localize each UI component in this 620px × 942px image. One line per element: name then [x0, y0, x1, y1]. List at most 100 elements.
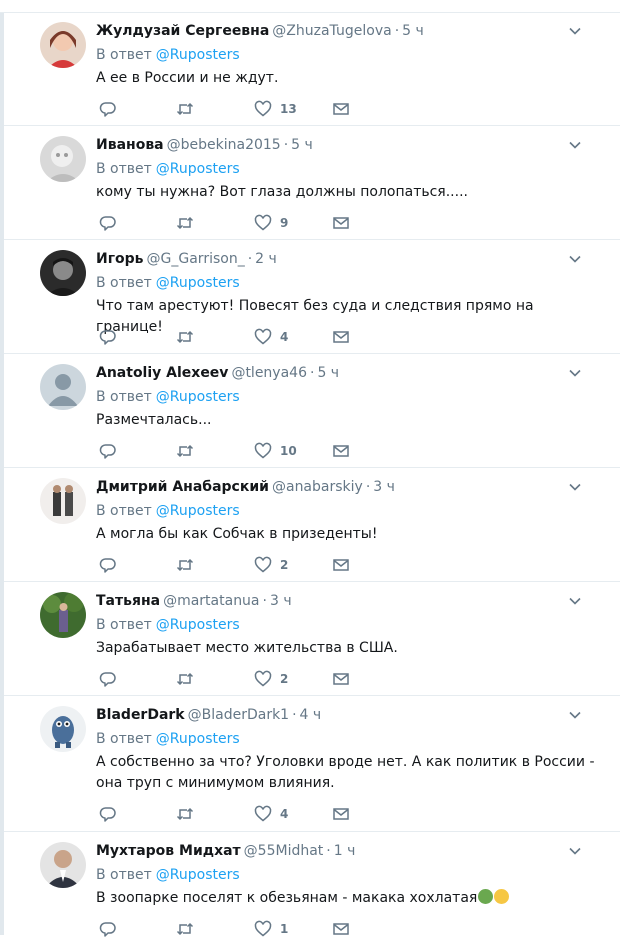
like-button[interactable]: 2 [254, 669, 288, 689]
author-handle[interactable]: @bebekina2015 [167, 137, 281, 153]
avatar[interactable] [40, 842, 86, 888]
reply-to-link[interactable]: @Ruposters [156, 47, 240, 63]
avatar[interactable] [40, 706, 86, 752]
direct-message-button[interactable] [332, 99, 350, 119]
direct-message-button[interactable] [332, 213, 350, 233]
timestamp[interactable]: 5 ч [317, 365, 339, 381]
direct-message-button[interactable] [332, 327, 350, 347]
like-button[interactable]: 2 [254, 555, 288, 575]
avatar[interactable] [40, 22, 86, 68]
tweet[interactable]: Дмитрий Анабарский @anabarskiy · 3 ч В отве… [4, 468, 620, 582]
retweet-button[interactable] [176, 99, 194, 119]
reply-icon [99, 922, 116, 937]
chevron-down-icon[interactable] [568, 366, 582, 380]
tweet[interactable]: Anatoliy Alexeev @tlenya46 · 5 ч В ответ @Ru… [4, 354, 620, 468]
timestamp[interactable]: 5 ч [402, 23, 424, 39]
like-button[interactable]: 4 [254, 804, 288, 824]
timestamp[interactable]: 3 ч [270, 593, 292, 609]
like-button[interactable]: 9 [254, 213, 288, 233]
reply-button[interactable] [99, 804, 117, 824]
tweet-header: Дмитрий Анабарский @anabarskiy · 3 ч [96, 477, 395, 497]
tweet[interactable]: Иванова @bebekina2015 · 5 ч В ответ @Ruposte… [4, 126, 620, 240]
reply-to-link[interactable]: @Ruposters [156, 275, 240, 291]
reply-button[interactable] [99, 213, 117, 233]
author-name[interactable]: Игорь [96, 251, 144, 267]
author-name[interactable]: Anatoliy Alexeev [96, 365, 228, 381]
author-handle[interactable]: @55Midhat [244, 843, 324, 859]
timestamp[interactable]: 4 ч [300, 707, 322, 723]
direct-message-button[interactable] [332, 669, 350, 689]
tweet[interactable]: Игорь @G_Garrison_ · 2 ч В ответ @Ruposters … [4, 240, 620, 354]
retweet-button[interactable] [176, 919, 194, 939]
reply-button[interactable] [99, 99, 117, 119]
author-name[interactable]: Иванова [96, 137, 164, 153]
author-name[interactable]: Татьяна [96, 593, 160, 609]
retweet-button[interactable] [176, 555, 194, 575]
retweet-icon [176, 330, 194, 344]
direct-message-button[interactable] [332, 919, 350, 939]
retweet-button[interactable] [176, 669, 194, 689]
author-name[interactable]: BladerDark [96, 707, 185, 723]
reply-context: В ответ @Ruposters [96, 273, 240, 293]
chevron-down-icon[interactable] [568, 708, 582, 722]
author-handle[interactable]: @BladerDark1 [188, 707, 289, 723]
tweet[interactable]: Жулдузай Сергеевна @ZhuzaTugelova · 5 ч В о… [4, 12, 620, 126]
tweet[interactable]: Мухтаров Мидхат @55Midhat · 1 ч В ответ @Rup… [4, 832, 620, 942]
direct-message-button[interactable] [332, 555, 350, 575]
timestamp[interactable]: 5 ч [291, 137, 313, 153]
heart-icon [254, 670, 272, 687]
like-button[interactable]: 10 [254, 441, 297, 461]
avatar[interactable] [40, 136, 86, 182]
author-handle[interactable]: @ZhuzaTugelova [272, 23, 391, 39]
like-button[interactable]: 13 [254, 99, 297, 119]
chevron-down-icon[interactable] [568, 594, 582, 608]
reply-to-link[interactable]: @Ruposters [156, 867, 240, 883]
author-name[interactable]: Жулдузай Сергеевна [96, 23, 269, 39]
author-handle[interactable]: @anabarskiy [272, 479, 363, 495]
reply-button[interactable] [99, 669, 117, 689]
avatar[interactable] [40, 364, 86, 410]
chevron-down-icon[interactable] [568, 24, 582, 38]
avatar[interactable] [40, 478, 86, 524]
tweet[interactable]: Татьяна @martatanua · 3 ч В ответ @Ruposters… [4, 582, 620, 696]
separator-dot: · [283, 137, 289, 153]
chevron-down-icon[interactable] [568, 844, 582, 858]
tweet-actions: 2 [96, 555, 356, 575]
reply-context: В ответ @Ruposters [96, 501, 240, 521]
timestamp[interactable]: 1 ч [334, 843, 356, 859]
reply-to-link[interactable]: @Ruposters [156, 389, 240, 405]
chevron-down-icon[interactable] [568, 252, 582, 266]
author-name[interactable]: Мухтаров Мидхат [96, 843, 241, 859]
reply-to-link[interactable]: @Ruposters [156, 731, 240, 747]
direct-message-button[interactable] [332, 804, 350, 824]
retweet-icon [176, 807, 194, 821]
author-name[interactable]: Дмитрий Анабарский [96, 479, 269, 495]
reply-to-link[interactable]: @Ruposters [156, 503, 240, 519]
timestamp[interactable]: 2 ч [255, 251, 277, 267]
retweet-icon [176, 558, 194, 572]
reply-button[interactable] [99, 555, 117, 575]
reply-to-link[interactable]: @Ruposters [156, 617, 240, 633]
tweet[interactable]: BladerDark @BladerDark1 · 4 ч В ответ @Rupos… [4, 696, 620, 832]
like-button[interactable]: 1 [254, 919, 288, 939]
author-handle[interactable]: @martatanua [163, 593, 259, 609]
retweet-button[interactable] [176, 327, 194, 347]
author-handle[interactable]: @tlenya46 [231, 365, 307, 381]
chevron-down-icon[interactable] [568, 480, 582, 494]
retweet-button[interactable] [176, 441, 194, 461]
avatar[interactable] [40, 250, 86, 296]
reply-button[interactable] [99, 441, 117, 461]
reply-prefix: В ответ [96, 617, 152, 633]
avatar[interactable] [40, 592, 86, 638]
retweet-button[interactable] [176, 804, 194, 824]
reply-button[interactable] [99, 327, 117, 347]
author-handle[interactable]: @G_Garrison_ [147, 251, 245, 267]
reply-button[interactable] [99, 919, 117, 939]
direct-message-button[interactable] [332, 441, 350, 461]
tweet-actions: 10 [96, 441, 356, 461]
timestamp[interactable]: 3 ч [373, 479, 395, 495]
retweet-button[interactable] [176, 213, 194, 233]
chevron-down-icon[interactable] [568, 138, 582, 152]
reply-to-link[interactable]: @Ruposters [156, 161, 240, 177]
like-button[interactable]: 4 [254, 327, 288, 347]
